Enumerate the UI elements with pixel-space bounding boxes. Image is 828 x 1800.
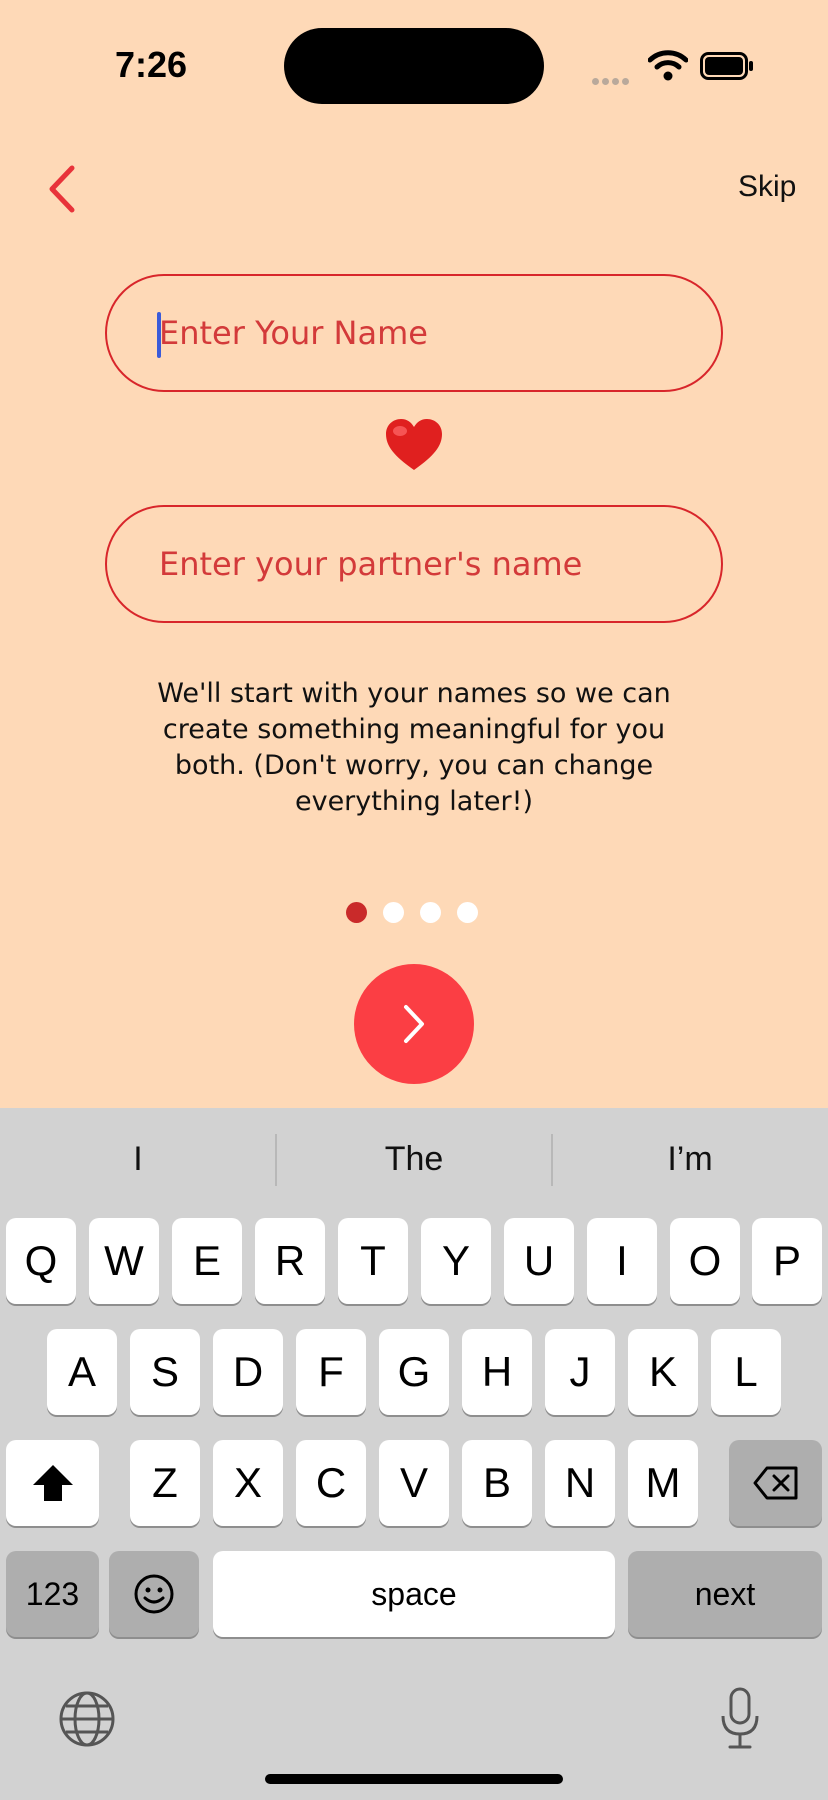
key-g[interactable]: G — [379, 1329, 449, 1415]
key-d[interactable]: D — [213, 1329, 283, 1415]
key-s[interactable]: S — [130, 1329, 200, 1415]
key-l[interactable]: L — [711, 1329, 781, 1415]
key-q[interactable]: Q — [6, 1218, 76, 1304]
home-indicator — [265, 1774, 563, 1784]
suggestion-2[interactable]: The — [276, 1140, 552, 1179]
onboarding-description: We'll start with your names so we can cr… — [157, 678, 671, 817]
key-u[interactable]: U — [504, 1218, 574, 1304]
key-t[interactable]: T — [338, 1218, 408, 1304]
heart-icon — [386, 419, 442, 470]
page-dot-4 — [457, 902, 478, 923]
globe-icon[interactable] — [58, 1690, 116, 1748]
space-key[interactable]: space — [213, 1551, 615, 1637]
key-x[interactable]: X — [213, 1440, 283, 1526]
backspace-key[interactable] — [729, 1440, 822, 1526]
key-c[interactable]: C — [296, 1440, 366, 1526]
key-o[interactable]: O — [670, 1218, 740, 1304]
text-cursor — [157, 312, 161, 358]
emoji-icon — [134, 1574, 174, 1614]
key-n[interactable]: N — [545, 1440, 615, 1526]
key-b[interactable]: B — [462, 1440, 532, 1526]
page-dot-3 — [420, 902, 441, 923]
suggestion-1[interactable]: I — [0, 1140, 276, 1179]
keyboard: I The I’m Q W E R T Y U I O P A S D F G … — [0, 1108, 828, 1800]
microphone-icon[interactable] — [718, 1686, 762, 1752]
your-name-input[interactable] — [157, 313, 721, 353]
key-p[interactable]: P — [752, 1218, 822, 1304]
key-y[interactable]: Y — [421, 1218, 491, 1304]
chevron-right-icon — [404, 1005, 424, 1043]
key-z[interactable]: Z — [130, 1440, 200, 1526]
key-m[interactable]: M — [628, 1440, 698, 1526]
suggestion-3[interactable]: I’m — [552, 1140, 828, 1179]
next-page-button[interactable] — [354, 964, 474, 1084]
page-indicator — [346, 902, 478, 923]
numbers-key[interactable]: 123 — [6, 1551, 99, 1637]
backspace-icon — [753, 1466, 797, 1500]
key-r[interactable]: R — [255, 1218, 325, 1304]
battery-icon — [700, 52, 753, 80]
skip-button[interactable]: Skip — [738, 170, 796, 204]
dynamic-island — [284, 28, 544, 104]
status-time: 7:26 — [115, 44, 188, 85]
key-a[interactable]: A — [47, 1329, 117, 1415]
partner-name-input[interactable] — [157, 544, 721, 584]
key-j[interactable]: J — [545, 1329, 615, 1415]
wifi-icon — [648, 50, 688, 81]
key-w[interactable]: W — [89, 1218, 159, 1304]
shift-icon — [32, 1465, 73, 1501]
back-chevron-icon[interactable] — [42, 162, 82, 216]
cellular-signal-icon — [592, 70, 636, 85]
emoji-key[interactable] — [109, 1551, 199, 1637]
key-v[interactable]: V — [379, 1440, 449, 1526]
page-dot-2 — [383, 902, 404, 923]
key-i[interactable]: I — [587, 1218, 657, 1304]
key-e[interactable]: E — [172, 1218, 242, 1304]
key-h[interactable]: H — [462, 1329, 532, 1415]
partner-name-field[interactable] — [105, 505, 723, 623]
shift-key[interactable] — [6, 1440, 99, 1526]
key-f[interactable]: F — [296, 1329, 366, 1415]
next-key[interactable]: next — [628, 1551, 822, 1637]
page-dot-1 — [346, 902, 367, 923]
your-name-field[interactable] — [105, 274, 723, 392]
key-k[interactable]: K — [628, 1329, 698, 1415]
